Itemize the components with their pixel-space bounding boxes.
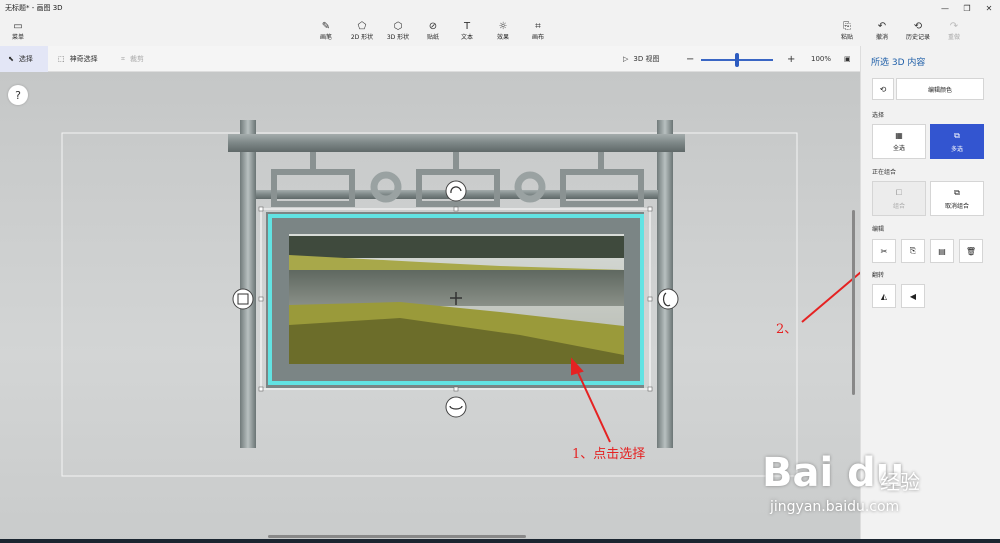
copy-icon: ⎘ — [909, 246, 917, 255]
edit-color-button[interactable]: 编辑颜色 — [896, 78, 984, 100]
group-label: 组合 — [892, 202, 905, 210]
depth-handle[interactable] — [232, 288, 254, 310]
baidu-jingyan-text: 经验 — [880, 470, 920, 494]
select-all-label: 全选 — [892, 145, 905, 152]
trash-icon: 🗑 — [965, 246, 977, 256]
paste-icon: ▤ — [938, 246, 946, 256]
annotation-step2: 2、 — [776, 322, 798, 337]
copy-button[interactable]: ⎘ — [901, 239, 925, 263]
flip-vertical-icon: ◀ — [909, 291, 917, 301]
group-icon: ⧠ — [895, 187, 903, 197]
multi-select-button[interactable]: ⧉ 多选 — [930, 124, 984, 159]
grouping-section-label: 正在组合 — [872, 169, 897, 176]
delete-button[interactable]: 🗑 — [959, 239, 983, 263]
rotate-y-handle[interactable] — [445, 396, 467, 418]
edit-section-label: 编辑 — [872, 226, 885, 233]
vertical-scrollbar[interactable] — [852, 210, 855, 395]
paste-panel-button[interactable]: ▤ — [930, 239, 954, 263]
cut-button[interactable]: ✂ — [872, 239, 896, 263]
flip-vertical-button[interactable]: ◀ — [901, 284, 925, 308]
ungroup-icon: ⧉ — [954, 187, 960, 197]
select-section-label: 选择 — [872, 112, 885, 119]
ungroup-button[interactable]: ⧉ 取消组合 — [930, 181, 984, 216]
flip-horizontal-button[interactable]: ◭ — [872, 284, 896, 308]
horizontal-scrollbar[interactable] — [268, 535, 526, 538]
taskbar — [0, 539, 1000, 543]
select-all-button[interactable]: ▦ 全选 — [872, 124, 926, 159]
group-button[interactable]: ⧠ 组合 — [872, 181, 926, 216]
history-reset-button[interactable]: ⟲ — [872, 78, 894, 100]
flip-section-label: 翻转 — [872, 272, 885, 279]
baidu-watermark: Bai du 经验 jingyan.baidu.com — [762, 432, 942, 522]
scissors-icon: ✂ — [880, 246, 888, 256]
reset-icon: ⟲ — [879, 84, 887, 94]
multi-select-icon: ⧉ — [954, 130, 960, 140]
edit-color-label: 编辑颜色 — [927, 86, 952, 94]
multi-select-label: 多选 — [950, 145, 963, 153]
select-all-icon: ▦ — [895, 131, 903, 140]
annotation-step1: 1、点击选择 — [572, 447, 646, 462]
ungroup-label: 取消组合 — [944, 202, 969, 210]
baidu-url: jingyan.baidu.com — [770, 499, 900, 515]
flip-horizontal-icon: ◭ — [880, 291, 888, 301]
rotate-x-handle[interactable] — [657, 288, 679, 310]
panel-title: 所选 3D 内容 — [871, 58, 926, 68]
rotate-z-handle[interactable] — [445, 180, 467, 202]
